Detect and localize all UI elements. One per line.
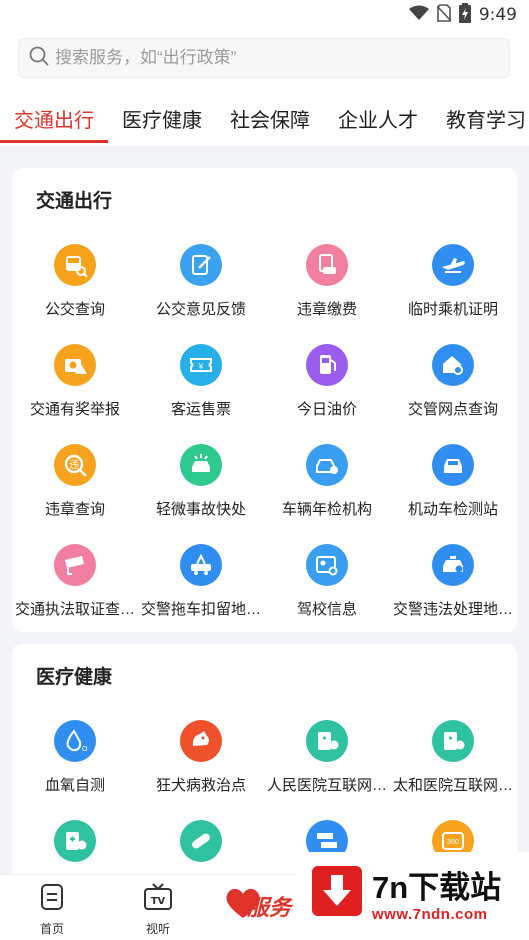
status-bar: 9:49 <box>0 0 529 30</box>
nav-home[interactable]: 首页 <box>22 883 82 937</box>
service-label: 今日油价 <box>296 401 357 418</box>
battery-charging-icon <box>458 2 471 28</box>
tow-truck-icon <box>180 544 222 586</box>
watermark-url: www.7ndn.com <box>372 906 488 923</box>
service-item[interactable]: 驾校信息 <box>264 544 390 634</box>
section-title: 医疗健康 <box>36 667 113 688</box>
service-item[interactable]: 机动车检测站 <box>390 444 516 534</box>
service-label: 客运售票 <box>170 401 231 418</box>
svg-text:¥: ¥ <box>198 362 204 371</box>
service-label: 狂犬病救治点 <box>155 777 246 794</box>
office-search-icon <box>432 344 474 386</box>
tv-icon: TV <box>143 883 173 915</box>
search-icon <box>29 46 49 71</box>
tab-medical[interactable]: 医疗健康 <box>122 104 202 133</box>
hospital-clinic-icon <box>54 820 96 862</box>
search-input[interactable] <box>55 48 495 68</box>
nav-home-label: 首页 <box>39 922 64 936</box>
svg-text:O2: O2 <box>82 746 88 753</box>
service-item[interactable]: 狂犬病救治点 <box>138 720 264 810</box>
car-fine-icon <box>306 244 348 286</box>
active-tab-indicator <box>0 140 108 143</box>
service-label: 交通有奖举报 <box>29 401 120 418</box>
service-label: 交管网点查询 <box>407 401 498 418</box>
service-item[interactable]: 交通有奖举报 <box>12 344 138 434</box>
service-item[interactable]: 交管网点查询 <box>390 344 516 434</box>
service-label: 违章缴费 <box>296 301 357 318</box>
service-label: 违章查询 <box>44 501 105 518</box>
oxygen-drop-icon: O2 <box>54 720 96 762</box>
service-label: 太和医院互联网… <box>392 777 513 794</box>
bus-search-icon <box>54 244 96 286</box>
car-accident-icon <box>180 444 222 486</box>
service-label: 公交查询 <box>44 301 105 318</box>
service-item[interactable]: O2 血氧自测 <box>12 720 138 810</box>
no-sim-icon <box>436 3 452 27</box>
site-watermark: 7n下载站 www.7ndn.com <box>296 852 529 940</box>
cctv-camera-icon <box>54 544 96 586</box>
fuel-pump-icon <box>306 344 348 386</box>
car-inspection-icon <box>306 444 348 486</box>
camera-warning-icon <box>54 344 96 386</box>
service-item[interactable]: 临时乘机证明 <box>390 244 516 334</box>
service-logo-text: 服务 <box>247 895 292 920</box>
ticket-icon: ¥ <box>180 344 222 386</box>
category-tabs: 交通出行 医疗健康 社会保障 企业人才 教育学习 <box>0 90 529 146</box>
watermark-title: 7n下载站 <box>372 870 502 905</box>
tab-education[interactable]: 教育学习 <box>446 104 526 133</box>
search-box[interactable] <box>18 38 510 78</box>
wifi-icon <box>408 5 429 26</box>
service-label: 公交意见反馈 <box>155 301 246 318</box>
nav-audiovisual-label: 视听 <box>145 922 170 936</box>
svg-text:TV: TV <box>151 896 166 907</box>
edit-note-icon <box>180 244 222 286</box>
service-item[interactable]: ¥ 客运售票 <box>138 344 264 434</box>
download-arrow-icon <box>312 866 362 916</box>
home-doc-icon <box>38 884 66 915</box>
service-item[interactable]: 今日油价 <box>264 344 390 434</box>
service-item[interactable]: 违章缴费 <box>264 244 390 334</box>
search-bar-area <box>0 30 529 90</box>
service-label: 临时乘机证明 <box>407 301 498 318</box>
service-label: 轻微事故快处 <box>155 501 246 518</box>
service-heart-logo[interactable]: 服务 <box>225 880 300 930</box>
service-label: 血氧自测 <box>44 777 105 794</box>
section-title: 交通出行 <box>36 191 113 212</box>
service-item[interactable]: 人民医院互联网… <box>264 720 390 810</box>
police-car-icon <box>432 544 474 586</box>
violation-search-icon: 违 <box>54 444 96 486</box>
service-label: 机动车检测站 <box>407 501 498 518</box>
nav-audiovisual[interactable]: TV 视听 <box>128 883 188 937</box>
tab-social-security[interactable]: 社会保障 <box>230 104 310 133</box>
medicine-pill-icon <box>180 820 222 862</box>
status-icons: 9:49 <box>408 2 517 28</box>
service-item[interactable]: 交警拖车扣留地… <box>138 544 264 634</box>
service-label: 交警违法处理地… <box>392 601 513 618</box>
service-label: 车辆年检机构 <box>281 501 372 518</box>
service-item[interactable]: 太和医院互联网… <box>390 720 516 810</box>
service-label: 人民医院互联网… <box>266 777 387 794</box>
hospital-person-icon <box>306 720 348 762</box>
service-item[interactable]: 公交查询 <box>12 244 138 334</box>
service-item[interactable]: 车辆年检机构 <box>264 444 390 534</box>
svg-text:360: 360 <box>447 839 459 846</box>
service-item[interactable]: 公交意见反馈 <box>138 244 264 334</box>
car-front-icon <box>432 444 474 486</box>
status-time: 9:49 <box>478 5 517 25</box>
svg-text:违: 违 <box>69 459 79 471</box>
service-label: 交警拖车扣留地… <box>140 601 261 618</box>
hospital-building-icon <box>432 720 474 762</box>
dog-icon <box>180 720 222 762</box>
service-label: 驾校信息 <box>296 601 357 618</box>
tab-traffic[interactable]: 交通出行 <box>14 104 94 133</box>
airplane-icon <box>432 244 474 286</box>
service-item[interactable]: 交警违法处理地… <box>390 544 516 634</box>
id-card-search-icon <box>306 544 348 586</box>
service-item[interactable]: 轻微事故快处 <box>138 444 264 534</box>
service-item[interactable]: 交通执法取证查… <box>12 544 138 634</box>
service-label: 交通执法取证查… <box>14 601 135 618</box>
traffic-section-card: 交通出行 公交查询 公交意见反馈 违章缴费 临时乘机证明交通有奖举报 ¥ 客运售票 今日油价… <box>12 168 517 632</box>
service-item[interactable]: 违违章查询 <box>12 444 138 534</box>
tab-enterprise-talent[interactable]: 企业人才 <box>338 104 418 133</box>
